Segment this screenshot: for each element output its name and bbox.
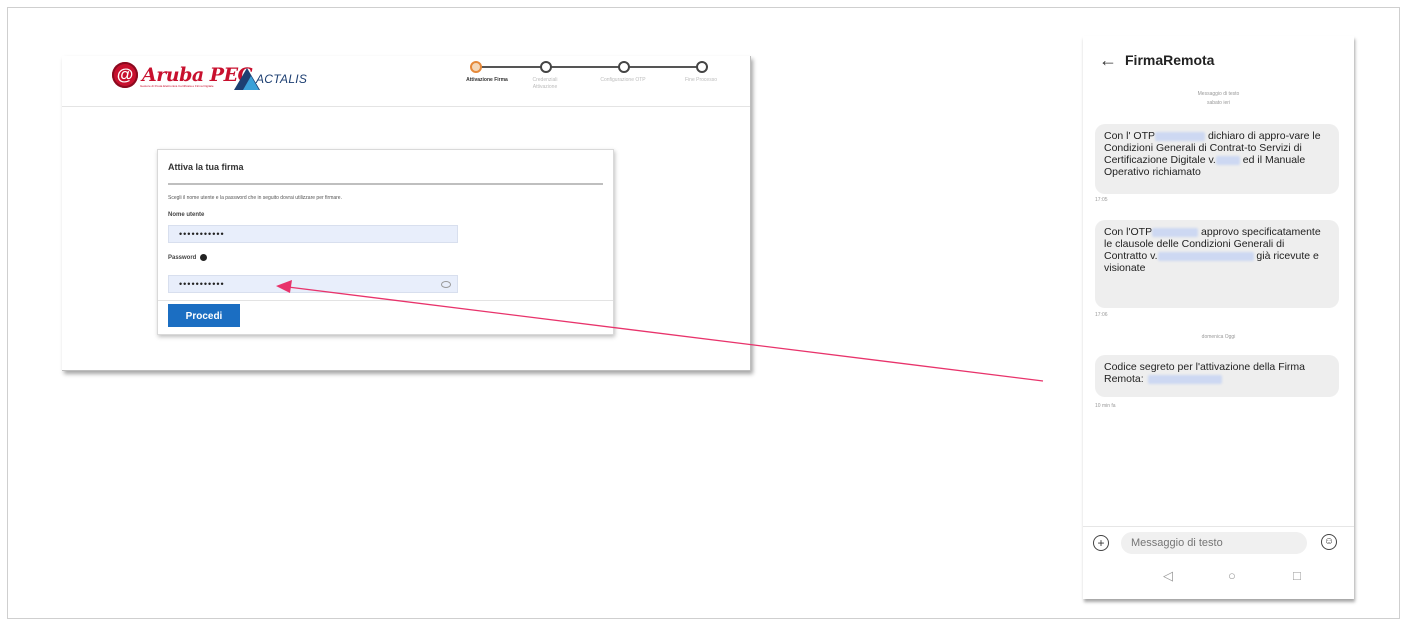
conversation-title: FirmaRemota	[1125, 52, 1215, 68]
sms-bubble: Codice segreto per l'attivazione della F…	[1095, 355, 1339, 397]
nav-home-icon[interactable]: ○	[1228, 568, 1236, 583]
arrow-line	[287, 286, 1044, 382]
arrow-left-icon[interactable]: ←	[1099, 50, 1117, 71]
redacted-version	[1215, 155, 1240, 165]
redacted-otp	[1152, 227, 1199, 237]
sms-text: Con l'OTP	[1104, 226, 1153, 238]
nav-back-icon[interactable]: ◁	[1163, 568, 1173, 584]
sms-bubble: Con l' OTP dichiaro di appro-vare le Con…	[1095, 124, 1339, 194]
sms-bubble: Con l'OTP approvo specificatamente le cl…	[1095, 220, 1339, 308]
message-type-meta: Messaggio di testo	[1197, 91, 1240, 97]
day-separator: domenica Oggi	[1201, 334, 1236, 340]
emoji-icon[interactable]: ☺	[1321, 534, 1337, 550]
redacted-version	[1157, 251, 1254, 261]
message-input[interactable]	[1121, 532, 1307, 554]
sms-time: 10 min fa	[1095, 403, 1116, 409]
add-attachment-icon[interactable]: +	[1093, 535, 1109, 551]
compose-divider	[1083, 526, 1354, 527]
arrow-head	[276, 280, 292, 293]
sms-text: Con l' OTP	[1104, 130, 1156, 142]
sms-time: 17:06	[1095, 312, 1108, 318]
sms-time: 17:05	[1095, 197, 1108, 203]
phone-sms-screen: ← FirmaRemota Messaggio di testo sabato …	[1083, 36, 1354, 599]
redacted-code	[1147, 374, 1222, 384]
redacted-otp	[1155, 131, 1206, 141]
date-meta: sabato ieri	[1206, 100, 1231, 106]
nav-recent-icon[interactable]: □	[1293, 568, 1301, 583]
